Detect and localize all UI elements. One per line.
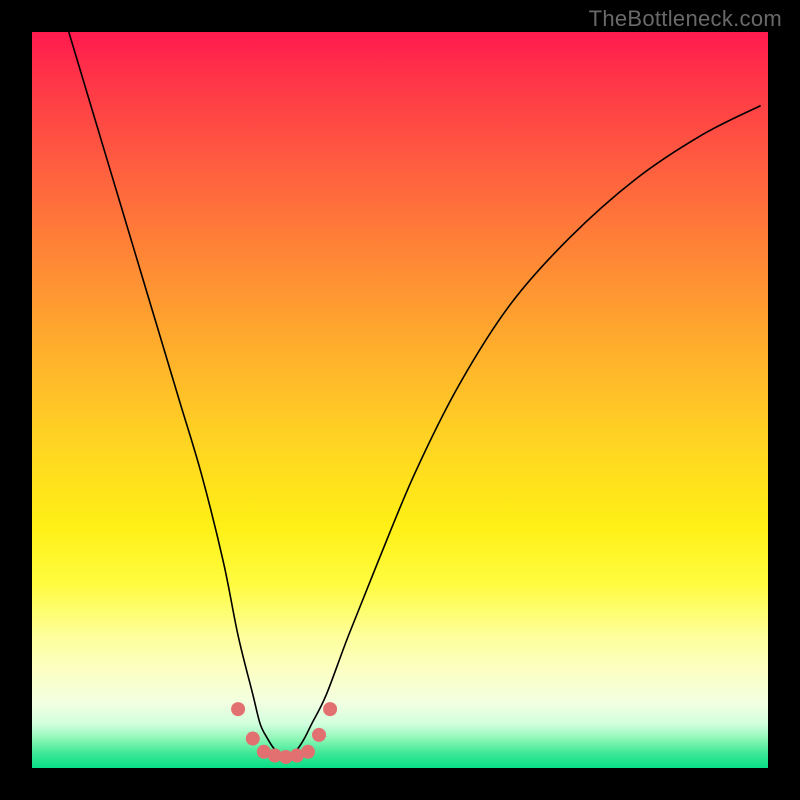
marker-dots xyxy=(231,702,337,764)
marker-dot xyxy=(323,702,337,716)
marker-dot xyxy=(312,728,326,742)
marker-dot xyxy=(246,732,260,746)
marker-dot xyxy=(231,702,245,716)
chart-svg xyxy=(32,32,768,768)
marker-dot xyxy=(301,745,315,759)
plot-area xyxy=(32,32,768,768)
chart-stage: TheBottleneck.com xyxy=(0,0,800,800)
curve-line xyxy=(69,32,761,754)
watermark-text: TheBottleneck.com xyxy=(589,6,782,32)
